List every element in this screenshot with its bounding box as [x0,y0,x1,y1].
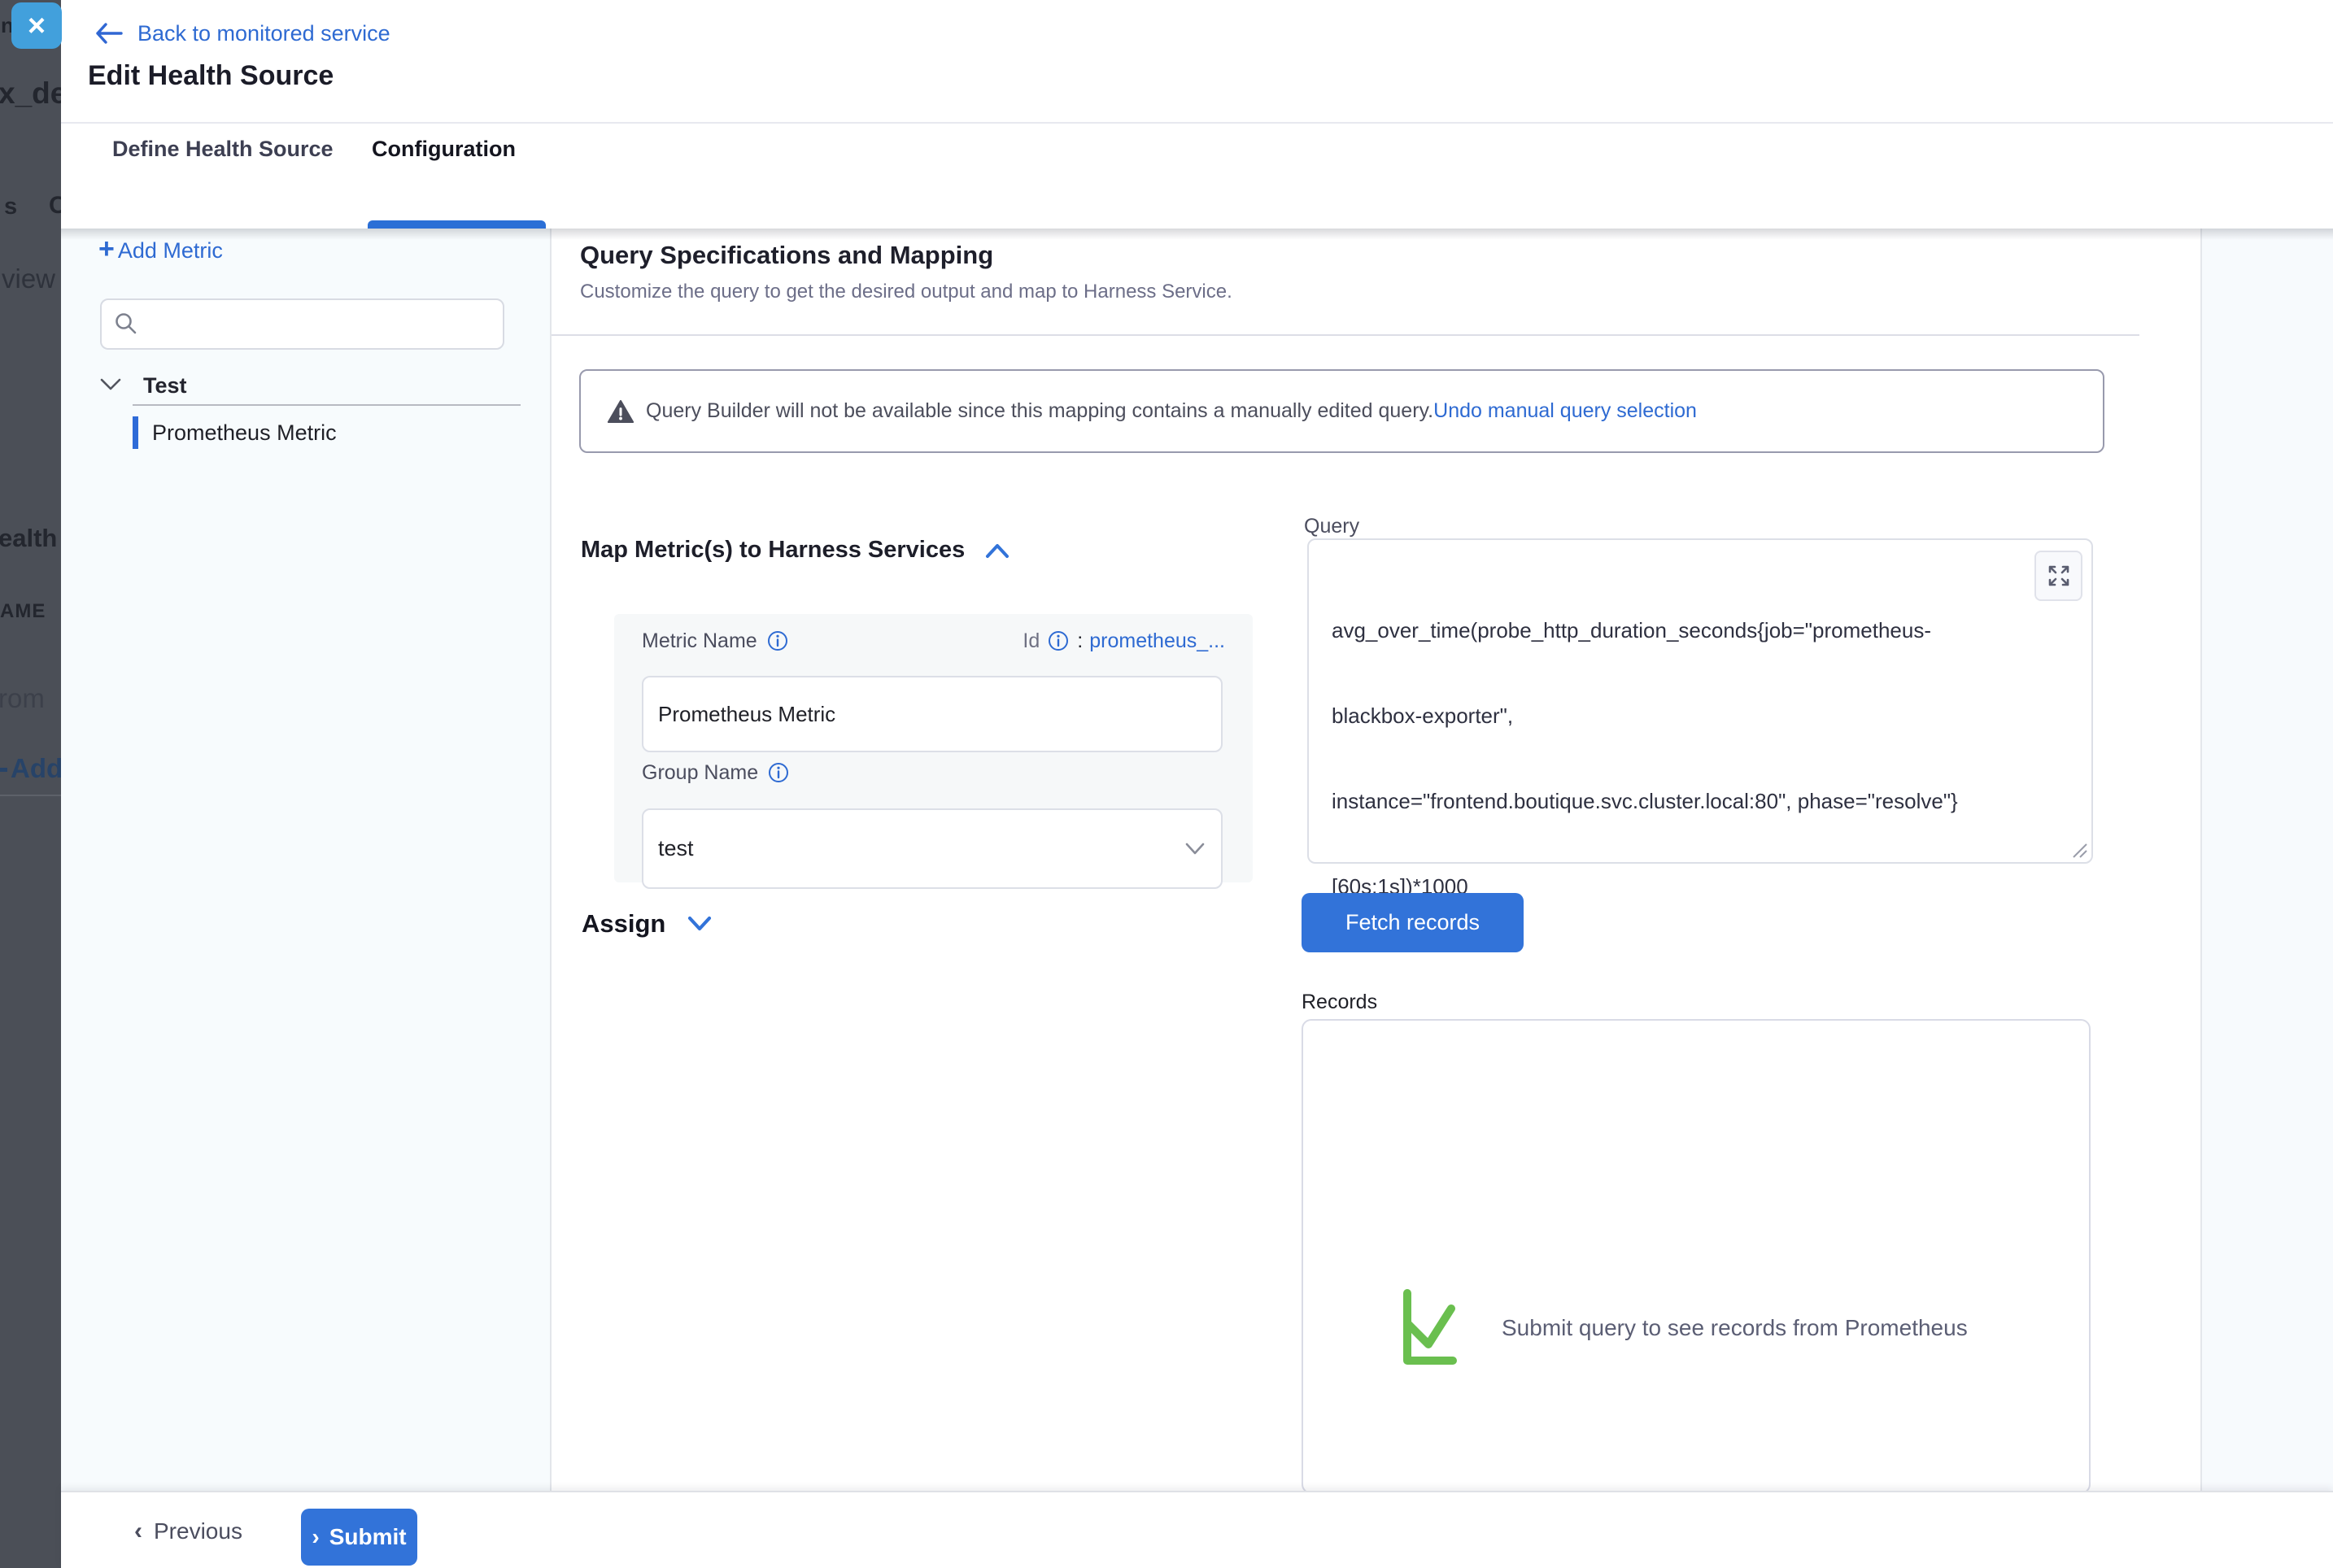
header-divider [61,122,2333,124]
backdrop-fragment: view [2,264,55,294]
resize-handle[interactable] [2069,839,2088,859]
search-icon [114,311,138,336]
manual-query-warning: Query Builder will not be available sinc… [579,369,2104,453]
info-icon[interactable] [767,630,788,651]
undo-manual-query-link[interactable]: Undo manual query selection [1433,399,1697,423]
id-label: Id [1023,629,1040,653]
group-name-row: Group Name [642,760,789,786]
tab-define-health-source[interactable]: Define Health Source [112,137,334,162]
content-top-shadow [61,229,2333,240]
chevron-down-icon [687,915,713,933]
close-drawer-button[interactable]: × [11,2,62,49]
expand-query-button[interactable] [2034,551,2082,601]
add-metric-label: Add Metric [118,238,223,264]
group-name-label: Group Name [642,761,758,785]
query-label: Query [1304,515,1359,538]
group-divider [133,404,521,406]
footer-bar: ‹ Previous › Submit [61,1491,2333,1568]
assign-title: Assign [582,909,665,939]
info-icon[interactable] [1048,630,1069,651]
right-gutter [2200,229,2333,1491]
backdrop-fragment: C [49,192,61,220]
backdrop-fragment: rom [0,683,45,714]
query-editor[interactable]: avg_over_time(probe_http_duration_second… [1307,538,2093,864]
id-separator: : [1077,629,1083,653]
back-link[interactable]: Back to monitored service [95,18,390,49]
records-panel: Submit query to see records from Prometh… [1302,1019,2091,1494]
query-specifications-panel: Query Specifications and Mapping Customi… [552,229,2139,1491]
back-link-label: Back to monitored service [137,21,390,46]
line-chart-icon [1401,1289,1485,1367]
metric-search-box [100,298,504,350]
metric-name-label: Metric Name [642,629,757,653]
backdrop-fragment: Add [11,753,61,784]
backdrop-fragment: AME [0,600,46,623]
metric-name-row: Metric Name Id : prometheus_... [642,628,1225,654]
page-title: Edit Health Source [88,60,334,92]
previous-label: Previous [154,1518,242,1544]
sidebar-group-test[interactable]: Test [143,373,187,399]
section-divider [552,334,2139,336]
metric-name-input[interactable] [642,676,1223,752]
records-empty-message: Submit query to see records from Prometh… [1502,1315,1968,1341]
submit-label: Submit [329,1524,407,1550]
edit-health-source-drawer: Back to monitored service Edit Health So… [61,0,2333,1568]
close-icon: × [28,11,46,41]
sidebar-item-prometheus-metric[interactable]: Prometheus Metric [133,416,523,450]
metrics-sidebar: + Add Metric Test Prometheus Metric [61,229,552,1491]
records-empty-state: Submit query to see records from Prometh… [1401,1289,1968,1367]
warning-icon [607,399,634,424]
records-label: Records [1302,991,1377,1014]
section-heading: Query Specifications and Mapping [580,241,993,270]
caret-down-icon [1184,842,1206,856]
fetch-records-button[interactable]: Fetch records [1302,893,1524,952]
backdrop-fragment [0,768,7,772]
active-tab-underline [368,220,546,229]
metric-search-input[interactable] [147,302,497,346]
assign-section-header[interactable]: Assign [582,909,713,939]
warning-text: Query Builder will not be available sinc… [646,399,1433,423]
backdrop-fragment: x_dev [0,76,61,111]
previous-button[interactable]: ‹ Previous [134,1510,242,1553]
selected-indicator-bar [133,416,138,449]
tab-configuration[interactable]: Configuration [372,137,516,162]
backdrop-divider [0,795,61,796]
submit-button[interactable]: › Submit [301,1509,417,1566]
backdrop-fragment: ealth S [0,524,61,553]
chevron-left-icon: ‹ [134,1518,142,1545]
section-subtitle: Customize the query to get the desired o… [580,281,1232,303]
back-arrow-icon [95,23,123,44]
chevron-up-icon [984,542,1010,560]
metric-id-link[interactable]: prometheus_... [1089,629,1225,653]
map-metrics-section-header[interactable]: Map Metric(s) to Harness Services [581,537,1010,564]
chevron-down-icon[interactable] [98,377,123,393]
map-metrics-title: Map Metric(s) to Harness Services [581,537,965,564]
chevron-right-icon: › [312,1524,319,1550]
sidebar-item-label: Prometheus Metric [152,420,337,446]
page-backdrop: nt x_dev s C view ealth S AME rom Add [0,0,61,1568]
info-icon[interactable] [768,762,789,783]
backdrop-fragment: s [4,194,17,220]
group-name-value: test [658,836,1184,861]
expand-icon [2046,563,2072,589]
group-name-select[interactable]: test [642,808,1223,889]
